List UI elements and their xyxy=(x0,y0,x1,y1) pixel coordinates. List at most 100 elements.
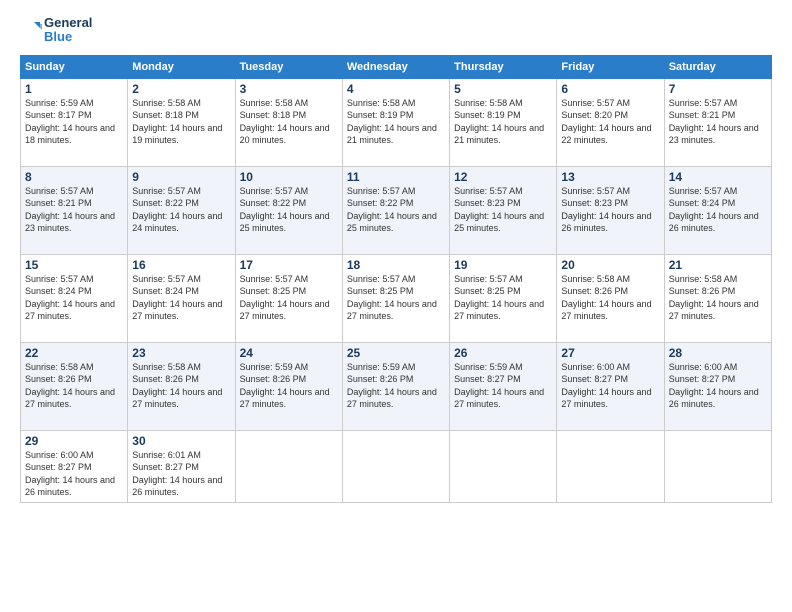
calendar-header-monday: Monday xyxy=(128,55,235,78)
day-info: Sunrise: 5:57 AM Sunset: 8:22 PM Dayligh… xyxy=(132,185,230,235)
day-info: Sunrise: 5:57 AM Sunset: 8:21 PM Dayligh… xyxy=(25,185,123,235)
calendar-cell xyxy=(450,430,557,502)
calendar-cell: 11 Sunrise: 5:57 AM Sunset: 8:22 PM Dayl… xyxy=(342,166,449,254)
day-info: Sunrise: 5:59 AM Sunset: 8:17 PM Dayligh… xyxy=(25,97,123,147)
day-number: 16 xyxy=(132,258,230,272)
calendar-cell: 9 Sunrise: 5:57 AM Sunset: 8:22 PM Dayli… xyxy=(128,166,235,254)
day-number: 15 xyxy=(25,258,123,272)
calendar-cell: 25 Sunrise: 5:59 AM Sunset: 8:26 PM Dayl… xyxy=(342,342,449,430)
day-number: 30 xyxy=(132,434,230,448)
day-number: 29 xyxy=(25,434,123,448)
day-number: 8 xyxy=(25,170,123,184)
logo-general: General xyxy=(44,16,92,30)
day-number: 11 xyxy=(347,170,445,184)
calendar-cell: 12 Sunrise: 5:57 AM Sunset: 8:23 PM Dayl… xyxy=(450,166,557,254)
day-info: Sunrise: 5:57 AM Sunset: 8:24 PM Dayligh… xyxy=(669,185,767,235)
day-number: 26 xyxy=(454,346,552,360)
day-number: 1 xyxy=(25,82,123,96)
page: General Blue SundayMondayTuesdayWednesda… xyxy=(0,0,792,612)
day-number: 14 xyxy=(669,170,767,184)
day-number: 24 xyxy=(240,346,338,360)
day-info: Sunrise: 5:57 AM Sunset: 8:24 PM Dayligh… xyxy=(25,273,123,323)
calendar-cell: 17 Sunrise: 5:57 AM Sunset: 8:25 PM Dayl… xyxy=(235,254,342,342)
calendar-table: SundayMondayTuesdayWednesdayThursdayFrid… xyxy=(20,55,772,503)
day-info: Sunrise: 6:01 AM Sunset: 8:27 PM Dayligh… xyxy=(132,449,230,499)
calendar-cell: 21 Sunrise: 5:58 AM Sunset: 8:26 PM Dayl… xyxy=(664,254,771,342)
day-info: Sunrise: 5:57 AM Sunset: 8:25 PM Dayligh… xyxy=(347,273,445,323)
calendar-cell: 2 Sunrise: 5:58 AM Sunset: 8:18 PM Dayli… xyxy=(128,78,235,166)
calendar-cell: 22 Sunrise: 5:58 AM Sunset: 8:26 PM Dayl… xyxy=(21,342,128,430)
day-info: Sunrise: 5:58 AM Sunset: 8:26 PM Dayligh… xyxy=(561,273,659,323)
day-number: 27 xyxy=(561,346,659,360)
day-number: 17 xyxy=(240,258,338,272)
day-number: 3 xyxy=(240,82,338,96)
day-info: Sunrise: 5:57 AM Sunset: 8:22 PM Dayligh… xyxy=(240,185,338,235)
calendar-cell: 3 Sunrise: 5:58 AM Sunset: 8:18 PM Dayli… xyxy=(235,78,342,166)
calendar-cell: 8 Sunrise: 5:57 AM Sunset: 8:21 PM Dayli… xyxy=(21,166,128,254)
calendar-header-saturday: Saturday xyxy=(664,55,771,78)
day-info: Sunrise: 5:58 AM Sunset: 8:26 PM Dayligh… xyxy=(25,361,123,411)
day-info: Sunrise: 5:58 AM Sunset: 8:18 PM Dayligh… xyxy=(132,97,230,147)
logo-blue: Blue xyxy=(44,30,92,44)
day-info: Sunrise: 5:59 AM Sunset: 8:26 PM Dayligh… xyxy=(240,361,338,411)
day-number: 21 xyxy=(669,258,767,272)
day-info: Sunrise: 5:58 AM Sunset: 8:19 PM Dayligh… xyxy=(454,97,552,147)
day-info: Sunrise: 5:57 AM Sunset: 8:21 PM Dayligh… xyxy=(669,97,767,147)
day-number: 22 xyxy=(25,346,123,360)
day-number: 7 xyxy=(669,82,767,96)
calendar-cell xyxy=(664,430,771,502)
day-number: 5 xyxy=(454,82,552,96)
calendar-header-sunday: Sunday xyxy=(21,55,128,78)
calendar-cell: 13 Sunrise: 5:57 AM Sunset: 8:23 PM Dayl… xyxy=(557,166,664,254)
day-number: 9 xyxy=(132,170,230,184)
day-number: 12 xyxy=(454,170,552,184)
calendar-cell: 6 Sunrise: 5:57 AM Sunset: 8:20 PM Dayli… xyxy=(557,78,664,166)
day-info: Sunrise: 5:59 AM Sunset: 8:27 PM Dayligh… xyxy=(454,361,552,411)
day-info: Sunrise: 5:57 AM Sunset: 8:24 PM Dayligh… xyxy=(132,273,230,323)
logo: General Blue xyxy=(20,16,92,45)
day-info: Sunrise: 5:58 AM Sunset: 8:26 PM Dayligh… xyxy=(132,361,230,411)
logo-graphic-icon xyxy=(20,19,42,41)
day-info: Sunrise: 6:00 AM Sunset: 8:27 PM Dayligh… xyxy=(25,449,123,499)
day-number: 20 xyxy=(561,258,659,272)
calendar-cell: 15 Sunrise: 5:57 AM Sunset: 8:24 PM Dayl… xyxy=(21,254,128,342)
calendar-cell: 1 Sunrise: 5:59 AM Sunset: 8:17 PM Dayli… xyxy=(21,78,128,166)
calendar-header-tuesday: Tuesday xyxy=(235,55,342,78)
day-info: Sunrise: 5:57 AM Sunset: 8:20 PM Dayligh… xyxy=(561,97,659,147)
calendar-cell: 14 Sunrise: 5:57 AM Sunset: 8:24 PM Dayl… xyxy=(664,166,771,254)
calendar-header-wednesday: Wednesday xyxy=(342,55,449,78)
day-info: Sunrise: 5:58 AM Sunset: 8:19 PM Dayligh… xyxy=(347,97,445,147)
calendar-header-thursday: Thursday xyxy=(450,55,557,78)
calendar-cell: 28 Sunrise: 6:00 AM Sunset: 8:27 PM Dayl… xyxy=(664,342,771,430)
day-info: Sunrise: 5:57 AM Sunset: 8:23 PM Dayligh… xyxy=(561,185,659,235)
day-number: 23 xyxy=(132,346,230,360)
calendar-cell: 7 Sunrise: 5:57 AM Sunset: 8:21 PM Dayli… xyxy=(664,78,771,166)
calendar-cell: 30 Sunrise: 6:01 AM Sunset: 8:27 PM Dayl… xyxy=(128,430,235,502)
day-info: Sunrise: 5:57 AM Sunset: 8:22 PM Dayligh… xyxy=(347,185,445,235)
header: General Blue xyxy=(20,16,772,45)
day-number: 28 xyxy=(669,346,767,360)
calendar-header-friday: Friday xyxy=(557,55,664,78)
day-info: Sunrise: 5:58 AM Sunset: 8:26 PM Dayligh… xyxy=(669,273,767,323)
day-info: Sunrise: 6:00 AM Sunset: 8:27 PM Dayligh… xyxy=(669,361,767,411)
day-number: 19 xyxy=(454,258,552,272)
day-info: Sunrise: 5:57 AM Sunset: 8:25 PM Dayligh… xyxy=(454,273,552,323)
day-info: Sunrise: 6:00 AM Sunset: 8:27 PM Dayligh… xyxy=(561,361,659,411)
calendar-cell: 23 Sunrise: 5:58 AM Sunset: 8:26 PM Dayl… xyxy=(128,342,235,430)
calendar-cell: 5 Sunrise: 5:58 AM Sunset: 8:19 PM Dayli… xyxy=(450,78,557,166)
calendar-cell: 19 Sunrise: 5:57 AM Sunset: 8:25 PM Dayl… xyxy=(450,254,557,342)
calendar-cell: 16 Sunrise: 5:57 AM Sunset: 8:24 PM Dayl… xyxy=(128,254,235,342)
calendar-cell: 4 Sunrise: 5:58 AM Sunset: 8:19 PM Dayli… xyxy=(342,78,449,166)
day-info: Sunrise: 5:57 AM Sunset: 8:25 PM Dayligh… xyxy=(240,273,338,323)
calendar-cell: 26 Sunrise: 5:59 AM Sunset: 8:27 PM Dayl… xyxy=(450,342,557,430)
day-number: 18 xyxy=(347,258,445,272)
day-number: 6 xyxy=(561,82,659,96)
calendar-cell: 29 Sunrise: 6:00 AM Sunset: 8:27 PM Dayl… xyxy=(21,430,128,502)
calendar-cell xyxy=(557,430,664,502)
day-number: 4 xyxy=(347,82,445,96)
day-number: 10 xyxy=(240,170,338,184)
calendar-cell: 18 Sunrise: 5:57 AM Sunset: 8:25 PM Dayl… xyxy=(342,254,449,342)
calendar-cell: 20 Sunrise: 5:58 AM Sunset: 8:26 PM Dayl… xyxy=(557,254,664,342)
day-number: 25 xyxy=(347,346,445,360)
calendar-cell: 24 Sunrise: 5:59 AM Sunset: 8:26 PM Dayl… xyxy=(235,342,342,430)
